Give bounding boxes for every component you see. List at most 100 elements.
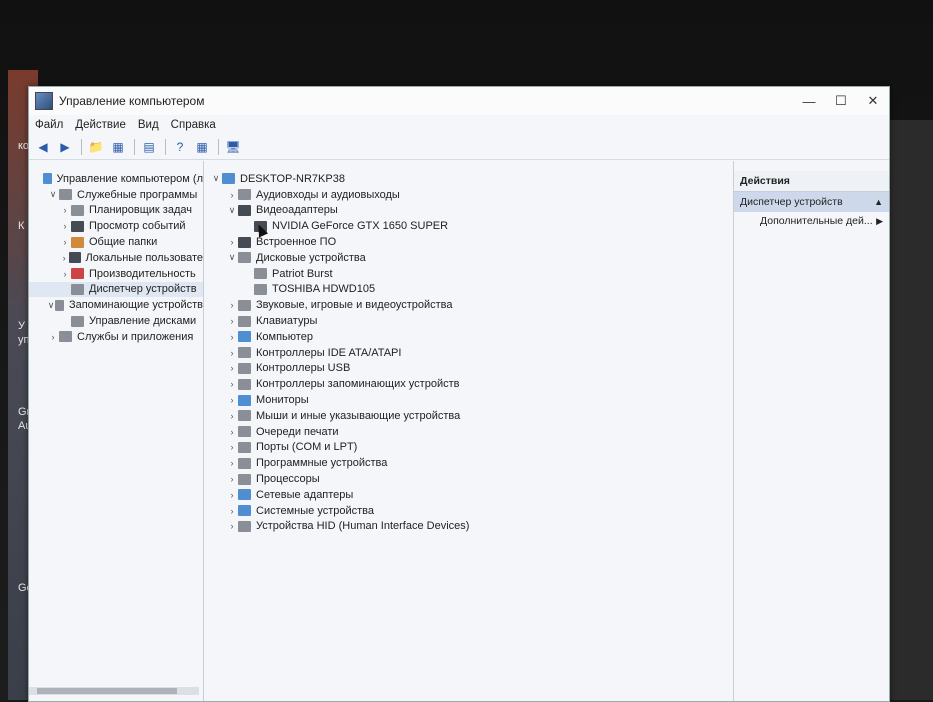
tree-item[interactable]: ∨ DESKTOP-NR7KP38	[204, 171, 733, 187]
printer-icon	[238, 426, 251, 438]
show-action-pane-button[interactable]: ▦	[192, 138, 212, 156]
chevron-right-icon[interactable]: ›	[59, 205, 71, 215]
hid-icon	[238, 520, 251, 532]
tree-item[interactable]: › Сетевые адаптеры	[204, 487, 733, 503]
tree-item[interactable]: ∨ Запоминающие устройств	[29, 297, 203, 313]
chevron-right-icon[interactable]: ›	[226, 300, 238, 310]
forward-button[interactable]: ▶	[55, 138, 75, 156]
tree-item[interactable]: › Мыши и иные указывающие устройства	[204, 408, 733, 424]
tree-item[interactable]: › Производительность	[29, 266, 203, 282]
network-adapter-icon	[238, 489, 251, 501]
toolbar-separator	[81, 139, 82, 155]
chevron-right-icon[interactable]: ›	[226, 506, 238, 516]
properties-button[interactable]: ▤	[139, 138, 159, 156]
tree-item[interactable]: › Контроллеры IDE ATA/ATAPI	[204, 345, 733, 361]
tree-item-label: Запоминающие устройств	[68, 299, 203, 312]
toolbar-separator	[134, 139, 135, 155]
tree-item[interactable]: TOSHIBA HDWD105	[204, 282, 733, 298]
show-hide-tree-button[interactable]: ▦	[108, 138, 128, 156]
tree-item[interactable]: › Общие папки	[29, 234, 203, 250]
chevron-down-icon[interactable]: ∨	[47, 300, 55, 311]
chevron-down-icon[interactable]: ∨	[226, 205, 238, 216]
monitor-scan-icon: 🖥	[225, 140, 241, 154]
chevron-right-icon[interactable]: ›	[226, 442, 238, 452]
chevron-right-icon[interactable]: ›	[226, 363, 238, 373]
tree-item-label: Диспетчер устройств	[89, 283, 197, 296]
menu-view[interactable]: Вид	[138, 119, 159, 131]
scan-hardware-button[interactable]: 🖥	[223, 138, 243, 156]
chevron-down-icon[interactable]: ∨	[226, 252, 238, 263]
maximize-button[interactable]: ☐	[825, 90, 857, 112]
tree-item[interactable]: Управление дисками	[29, 313, 203, 329]
ide-icon	[238, 347, 251, 359]
chevron-right-icon[interactable]: ›	[59, 237, 71, 247]
toolbar-separator	[218, 139, 219, 155]
more-actions-item[interactable]: Дополнительные дей... ▶	[734, 212, 889, 230]
tree-item[interactable]: › Компьютер	[204, 329, 733, 345]
minimize-button[interactable]: —	[793, 90, 825, 112]
tree-item-label: Patriot Burst	[272, 267, 333, 280]
tree-item[interactable]: › Службы и приложения	[29, 329, 203, 345]
menu-file[interactable]: Файл	[35, 119, 63, 131]
tree-item-label: Контроллеры IDE ATA/ATAPI	[256, 346, 402, 359]
tree-item[interactable]: › Мониторы	[204, 392, 733, 408]
tree-item[interactable]: › Системные устройства	[204, 503, 733, 519]
tree-item[interactable]: › Просмотр событий	[29, 218, 203, 234]
up-button[interactable]: 📁	[86, 138, 106, 156]
tree-item[interactable]: › Клавиатуры	[204, 313, 733, 329]
chevron-right-icon[interactable]: ›	[59, 253, 69, 263]
chevron-down-icon[interactable]: ∨	[47, 189, 59, 200]
tree-item[interactable]: ∨ Дисковые устройства	[204, 250, 733, 266]
chevron-right-icon[interactable]: ›	[226, 379, 238, 389]
tree-item-label: Очереди печати	[256, 425, 339, 438]
tree-item[interactable]: › Аудиовходы и аудиовыходы	[204, 187, 733, 203]
tree-item[interactable]: › Планировщик задач	[29, 203, 203, 219]
chevron-right-icon[interactable]: ›	[226, 316, 238, 326]
tree-item[interactable]: NVIDIA GeForce GTX 1650 SUPER	[204, 218, 733, 234]
chevron-right-icon[interactable]: ›	[226, 490, 238, 500]
chevron-right-icon[interactable]: ›	[226, 411, 238, 421]
tree-item-label: Мониторы	[256, 394, 309, 407]
tree-item[interactable]: › Локальные пользовате	[29, 250, 203, 266]
chevron-down-icon[interactable]: ∨	[210, 173, 222, 184]
close-button[interactable]: ✕	[857, 90, 889, 112]
tree-item[interactable]: › Контроллеры запоминающих устройств	[204, 376, 733, 392]
tree-item-label: Устройства HID (Human Interface Devices)	[256, 520, 470, 533]
menu-action[interactable]: Действие	[75, 119, 126, 131]
tree-item[interactable]: › Порты (COM и LPT)	[204, 440, 733, 456]
tree-item-label: Управление компьютером (л	[56, 172, 204, 185]
folder-icon	[71, 236, 84, 248]
chevron-right-icon[interactable]: ›	[59, 221, 71, 231]
tree-item[interactable]: › Очереди печати	[204, 424, 733, 440]
chevron-right-icon[interactable]: ›	[226, 474, 238, 484]
tree-item[interactable]: › Контроллеры USB	[204, 361, 733, 377]
tree-item[interactable]: Управление компьютером (л	[29, 171, 203, 187]
menu-help[interactable]: Справка	[171, 119, 216, 131]
chevron-right-icon[interactable]: ›	[226, 348, 238, 358]
chevron-right-icon[interactable]: ›	[47, 332, 59, 342]
chevron-right-icon[interactable]: ›	[226, 427, 238, 437]
chevron-right-icon[interactable]: ›	[226, 458, 238, 468]
console-body: Управление компьютером (л ∨ Служебные прог…	[29, 161, 889, 701]
back-button[interactable]: ◀	[33, 138, 53, 156]
tree-item[interactable]: Диспетчер устройств	[29, 281, 203, 298]
scrollbar-thumb[interactable]	[37, 688, 177, 694]
chevron-right-icon[interactable]: ›	[226, 190, 238, 200]
tree-item[interactable]: › Устройства HID (Human Interface Devices…	[204, 519, 733, 535]
chevron-right-icon[interactable]: ›	[226, 395, 238, 405]
tree-item[interactable]: › Звуковые, игровые и видеоустройства	[204, 297, 733, 313]
tree-item[interactable]: › Процессоры	[204, 471, 733, 487]
tree-item[interactable]: ∨ Видеоадаптеры	[204, 203, 733, 219]
tree-item[interactable]: › Программные устройства	[204, 455, 733, 471]
chevron-right-icon[interactable]: ›	[59, 269, 71, 279]
horizontal-scrollbar[interactable]	[29, 687, 199, 695]
tree-item-label: Служебные программы	[77, 188, 198, 201]
tree-item[interactable]: ∨ Служебные программы	[29, 187, 203, 203]
chevron-right-icon[interactable]: ›	[226, 521, 238, 531]
actions-section-device-manager[interactable]: Диспетчер устройств ▲	[734, 192, 889, 212]
help-button[interactable]: ?	[170, 138, 190, 156]
tree-item[interactable]: Patriot Burst	[204, 266, 733, 282]
tree-item[interactable]: › Встроенное ПО	[204, 234, 733, 250]
chevron-right-icon[interactable]: ›	[226, 237, 238, 247]
chevron-right-icon[interactable]: ›	[226, 332, 238, 342]
